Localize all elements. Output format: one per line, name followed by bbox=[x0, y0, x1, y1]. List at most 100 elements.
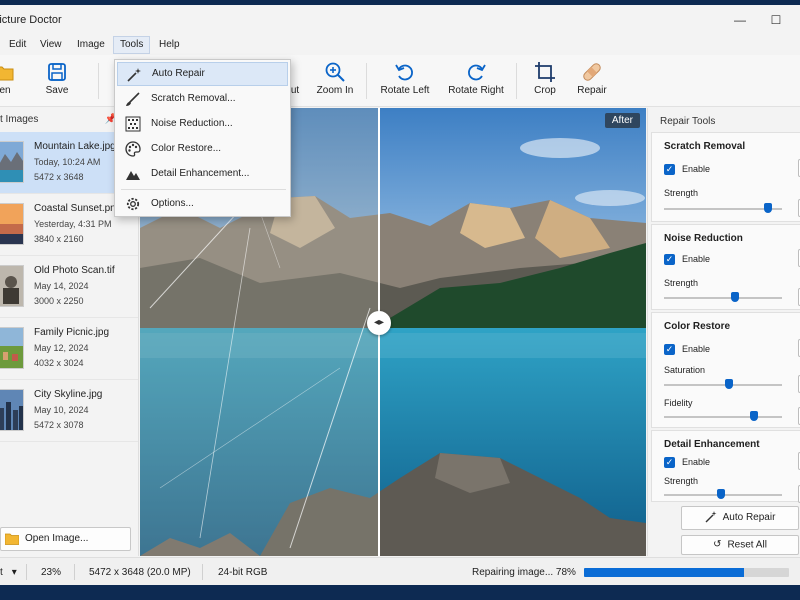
rotate-left-button[interactable]: Rotate Left bbox=[380, 61, 430, 101]
open-image-label: Open Image... bbox=[25, 533, 89, 544]
saturation-thumb[interactable] bbox=[724, 379, 733, 389]
scratch-strength-thumb[interactable] bbox=[763, 203, 772, 213]
file-date: Yesterday, 4:31 PM bbox=[34, 219, 112, 229]
scratch-removal-section: Scratch Removal ✓ Enable Strength bbox=[651, 132, 800, 222]
menu-image[interactable]: Image bbox=[71, 36, 111, 54]
magic-wand-icon bbox=[705, 511, 717, 523]
split-handle[interactable]: ◂▸ bbox=[367, 311, 391, 335]
view-mode-value: t bbox=[0, 567, 3, 578]
palette-icon bbox=[125, 141, 141, 157]
saturation-label: Saturation bbox=[664, 365, 706, 375]
open-image-button[interactable]: Open Image... bbox=[0, 527, 131, 551]
detail-enable-checkbox[interactable]: ✓ bbox=[664, 457, 675, 468]
detail-enable-label: Enable bbox=[682, 457, 711, 467]
thumbnail-old-photo-scan bbox=[0, 265, 24, 307]
file-date: May 14, 2024 bbox=[34, 281, 89, 291]
window-title: Picture Doctor bbox=[0, 14, 62, 26]
rotate-right-button[interactable]: Rotate Right bbox=[448, 61, 504, 101]
menu-view[interactable]: View bbox=[34, 36, 68, 54]
file-item-city-skyline[interactable]: City Skyline.jpg May 10, 2024 5472 x 307… bbox=[0, 380, 138, 442]
file-size: 3840 x 2160 bbox=[34, 234, 84, 244]
menu-item-auto-repair[interactable]: Auto Repair bbox=[117, 62, 288, 86]
file-name: Mountain Lake.jpg bbox=[34, 141, 116, 152]
thumbnail-coastal-sunset bbox=[0, 203, 24, 245]
bandage-icon bbox=[583, 63, 601, 81]
open-button[interactable]: en bbox=[0, 61, 16, 101]
zoom-in-button[interactable]: Zoom In bbox=[314, 61, 356, 101]
noise-strength-slider[interactable] bbox=[664, 297, 782, 299]
rotate-left-label: Rotate Left bbox=[380, 85, 430, 96]
maximize-button[interactable]: ☐ bbox=[756, 9, 796, 31]
toolbar-separator bbox=[366, 63, 367, 99]
crop-icon bbox=[535, 62, 555, 82]
thumbnail-mountain-lake bbox=[0, 141, 24, 183]
repair-tools-panel: Repair Tools Scratch Removal ✓ Enable St… bbox=[647, 108, 800, 556]
menu-item-scratch-removal[interactable]: Scratch Removal... bbox=[117, 87, 288, 111]
title-bar: Picture Doctor — ☐ bbox=[0, 5, 800, 35]
scratch-enable-checkbox[interactable]: ✓ bbox=[664, 164, 675, 175]
color-restore-title: Color Restore bbox=[664, 321, 731, 332]
crop-label: Crop bbox=[534, 85, 556, 96]
auto-repair-label: Auto Repair bbox=[722, 512, 776, 523]
file-date: Today, 10:24 AM bbox=[34, 157, 101, 167]
zoom-in-icon bbox=[325, 62, 345, 82]
menu-item-detail-enhancement[interactable]: Detail Enhancement... bbox=[117, 162, 288, 186]
status-bar: t ▾ 23% 5472 x 3648 (20.0 MP) 24-bit RGB … bbox=[0, 557, 800, 585]
rotate-right-label: Rotate Right bbox=[448, 85, 504, 96]
menu-item-label: Scratch Removal... bbox=[151, 93, 236, 104]
noise-enable-checkbox[interactable]: ✓ bbox=[664, 254, 675, 265]
file-item-family-picnic[interactable]: Family Picnic.jpg May 12, 2024 4032 x 30… bbox=[0, 318, 138, 380]
detail-strength-label: Strength bbox=[664, 476, 699, 486]
menu-item-label: Detail Enhancement... bbox=[151, 168, 250, 179]
menu-item-color-restore[interactable]: Color Restore... bbox=[117, 137, 288, 161]
menu-tools[interactable]: Tools bbox=[113, 36, 151, 54]
magic-wand-icon bbox=[127, 68, 141, 82]
noise-strength-thumb[interactable] bbox=[730, 292, 739, 302]
file-item-old-photo-scan[interactable]: Old Photo Scan.tif May 14, 2024 3000 x 2… bbox=[0, 256, 138, 318]
color-restore-section: Color Restore ✓ Enable Saturation Fideli… bbox=[651, 312, 800, 428]
save-button[interactable]: Save bbox=[38, 61, 76, 101]
folder-icon bbox=[5, 533, 19, 545]
menu-item-options[interactable]: Options... bbox=[117, 192, 288, 216]
zoom-in-label: Zoom In bbox=[316, 85, 354, 96]
menu-separator bbox=[121, 189, 286, 190]
noise-grid-icon bbox=[125, 116, 141, 132]
noise-enable-label: Enable bbox=[682, 254, 711, 264]
file-size: 4032 x 3024 bbox=[34, 358, 84, 368]
noise-reduction-title: Noise Reduction bbox=[664, 233, 743, 244]
detail-enhancement-title: Detail Enhancement bbox=[664, 439, 760, 450]
crop-button[interactable]: Crop bbox=[530, 61, 560, 101]
reset-all-button[interactable]: ↺ Reset All bbox=[681, 535, 799, 555]
noise-reduction-section: Noise Reduction ✓ Enable Strength bbox=[651, 224, 800, 310]
file-name: Old Photo Scan.tif bbox=[34, 265, 115, 276]
fidelity-thumb[interactable] bbox=[749, 411, 758, 421]
status-separator bbox=[26, 564, 27, 580]
brush-icon bbox=[126, 92, 140, 106]
menu-edit[interactable]: Edit bbox=[3, 36, 32, 54]
thumbnail-city-skyline bbox=[0, 389, 24, 431]
file-size: 5472 x 3078 bbox=[34, 420, 84, 430]
noise-strength-label: Strength bbox=[664, 278, 699, 288]
minimize-button[interactable]: — bbox=[720, 9, 760, 31]
chevron-down-icon: ▾ bbox=[11, 567, 17, 578]
file-name: City Skyline.jpg bbox=[34, 389, 103, 400]
toolbar-separator bbox=[98, 63, 99, 99]
detail-strength-thumb[interactable] bbox=[716, 489, 725, 499]
file-size: 5472 x 3648 bbox=[34, 172, 84, 182]
image-dimensions: 5472 x 3648 (20.0 MP) bbox=[89, 567, 191, 578]
repair-button[interactable]: Repair bbox=[574, 61, 610, 101]
view-mode-dropdown[interactable]: t ▾ bbox=[0, 567, 17, 578]
file-name: Family Picnic.jpg bbox=[34, 327, 110, 338]
saturation-slider[interactable] bbox=[664, 384, 782, 386]
toolbar-separator bbox=[516, 63, 517, 99]
color-enable-checkbox[interactable]: ✓ bbox=[664, 344, 675, 355]
tools-dropdown-menu: Auto Repair Scratch Removal... Noise Red… bbox=[114, 59, 291, 217]
menu-item-label: Auto Repair bbox=[152, 68, 205, 79]
repair-progress-fill bbox=[584, 568, 744, 577]
menu-item-noise-reduction[interactable]: Noise Reduction... bbox=[117, 112, 288, 136]
scratch-strength-label: Strength bbox=[664, 188, 699, 198]
fidelity-slider[interactable] bbox=[664, 416, 782, 418]
fidelity-label: Fidelity bbox=[664, 398, 693, 408]
auto-repair-button[interactable]: Auto Repair bbox=[681, 506, 799, 530]
menu-help[interactable]: Help bbox=[153, 36, 186, 54]
